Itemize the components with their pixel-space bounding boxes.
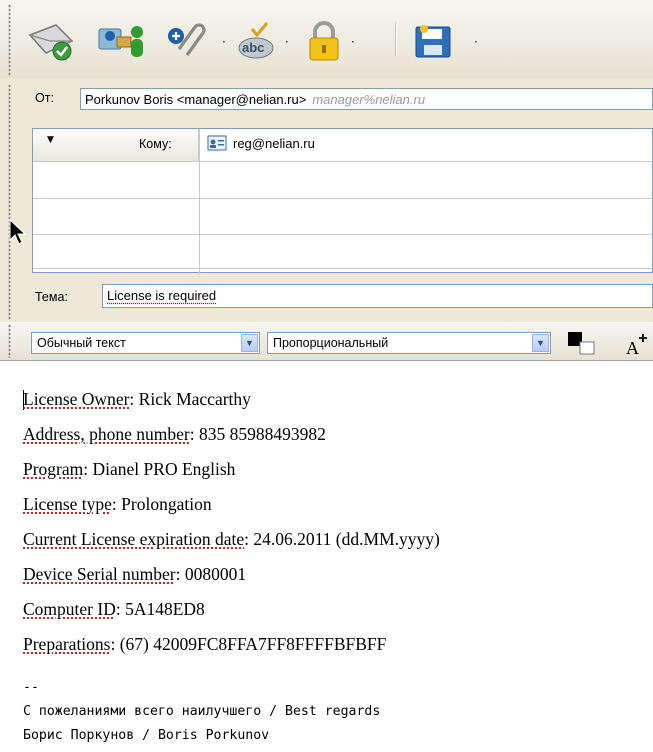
message-header: От: Porkunov Boris <manager@nelian.ru> ma… [0,78,653,322]
signature-separator: -- [23,680,39,695]
color-picker-icon [568,332,595,355]
toolbar-separator [395,22,397,56]
recipient-type-selector[interactable]: ▼ Кому: [33,129,199,161]
body-line: License Owner: Rick Maccarthy [23,389,251,409]
from-label: От: [35,91,54,105]
recipient-entry[interactable]: reg@nelian.ru [207,135,315,151]
send-button[interactable] [26,20,76,62]
recipient-type-label: Кому: [139,137,172,151]
header-grip[interactable] [8,84,11,320]
address-book-button[interactable] [97,20,153,62]
contact-card-icon [207,135,227,151]
recipient-row-divider [33,268,653,269]
subject-label: Тема: [35,290,68,304]
lock-icon [309,21,339,61]
recipient-type-dropdown-icon: ▼ [47,135,54,145]
body-line: Preparations: (67) 42009FC8FFA7FF8FFFFBF… [23,634,387,654]
toolbar-grip[interactable] [8,4,11,76]
save-button[interactable] [412,20,456,62]
signature-line: С пожеланиями всего наилучшего / Best re… [23,704,381,719]
format-toolbar-grip[interactable] [8,324,11,358]
svg-text:A: A [626,338,639,356]
chevron-down-icon[interactable]: ▼ [241,334,258,352]
signature-line: Борис Поркунов / Boris Porkunov [23,728,270,743]
spellcheck-icon: abc [238,22,274,59]
main-toolbar: · abc · · · [0,0,653,78]
body-line: Current License expiration date: 24.06.2… [23,529,440,549]
paragraph-style-value: Обычный текст [37,336,126,350]
recipients-grid[interactable]: ▼ Кому: reg@nelian.ru [32,128,653,274]
subject-value: License is required [107,288,217,303]
spellcheck-button[interactable]: abc [234,20,278,62]
paperclip-icon [168,23,206,56]
chevron-down-icon[interactable]: ▼ [532,334,549,352]
body-line: Device Serial number: 0080001 [23,564,247,584]
format-toolbar: Обычный текст ▼ Пропорциональный ▼ A [0,322,653,360]
recipient-row-divider [33,161,653,162]
font-family-select[interactable]: Пропорциональный ▼ [267,332,551,354]
text-color-button[interactable] [566,330,600,360]
from-value: Porkunov Boris <manager@nelian.ru> [85,92,307,107]
attach-button[interactable] [163,20,213,62]
recipient-column-divider [199,129,200,274]
recipient-address: reg@nelian.ru [233,135,315,151]
recipient-row-divider [33,234,653,235]
spellcheck-dropdown-arrow[interactable]: · [285,35,289,49]
increase-font-size-button[interactable]: A [624,332,650,360]
paragraph-style-select[interactable]: Обычный текст ▼ [31,332,260,354]
body-line: Computer ID: 5A148ED8 [23,599,205,619]
send-icon [28,24,74,61]
security-dropdown-arrow[interactable]: · [351,35,355,49]
font-size-increase-icon: A [626,334,647,358]
message-body-editor[interactable]: License Owner: Rick Maccarthy Address, p… [0,360,653,752]
recipient-row-divider [33,198,653,199]
from-field[interactable]: Porkunov Boris <manager@nelian.ru> manage… [80,88,653,110]
security-button[interactable] [304,20,344,62]
address-book-icon [98,26,143,57]
from-hint: manager%nelian.ru [312,92,426,107]
font-family-value: Пропорциональный [273,336,389,350]
body-line: Program: Dianel PRO English [23,459,236,479]
mouse-cursor-icon [9,218,27,245]
subject-field[interactable]: License is required [102,284,653,308]
floppy-disk-icon [415,25,451,58]
body-line: License type: Prolongation [23,494,212,514]
svg-text:abc: abc [242,40,264,55]
attach-dropdown-arrow[interactable]: · [222,35,226,49]
body-line: Address, phone number: 835 85988493982 [23,424,326,444]
save-dropdown-arrow[interactable]: · [474,35,478,49]
